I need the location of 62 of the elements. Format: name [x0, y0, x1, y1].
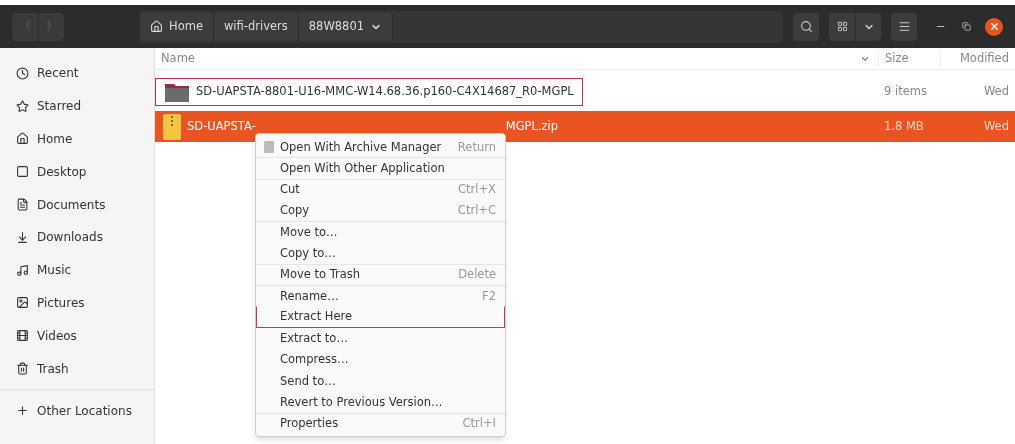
- sidebar-item[interactable]: Pictures: [0, 286, 154, 320]
- search-icon: [799, 20, 813, 33]
- path-button[interactable]: wifi-drivers: [213, 12, 299, 41]
- sidebar-item[interactable]: Trash: [0, 352, 154, 385]
- sidebar-item[interactable]: Recent: [0, 57, 154, 90]
- desktop-icon: [16, 165, 29, 179]
- path-button[interactable]: Home: [140, 12, 214, 41]
- menu-item[interactable]: Revert to Previous Version…: [256, 391, 505, 413]
- restore-icon: [961, 22, 971, 31]
- sidebar-item[interactable]: Downloads: [0, 221, 154, 254]
- menu-item[interactable]: Rename… F2: [256, 285, 505, 307]
- menu-item[interactable]: Send to…: [256, 370, 505, 392]
- close-icon: [988, 21, 1000, 32]
- column-header[interactable]: Modified: [940, 49, 1015, 68]
- zip-file-icon: [163, 113, 181, 140]
- sidebar-item[interactable]: Other Locations: [0, 395, 154, 426]
- sidebar-item[interactable]: Documents: [0, 188, 154, 221]
- archive-icon: [264, 141, 274, 154]
- file-row[interactable]: SD-UAPSTA-8801-U16-MMC-W14.68.36.p160-C4X14687_R0-MGPL 9 items Wed: [155, 76, 1015, 107]
- file-size: 9 items: [883, 82, 928, 100]
- home-icon: [16, 132, 29, 146]
- download-icon: [16, 230, 29, 244]
- music-note-icon: [16, 263, 29, 277]
- sidebar-item[interactable]: Music: [0, 253, 154, 287]
- file-name: SD-UAPSTA-: [187, 117, 256, 135]
- path-button[interactable]: 88W8801: [298, 12, 394, 41]
- menu-item[interactable]: Copy Ctrl+C: [256, 199, 505, 222]
- picture-icon: [16, 296, 29, 310]
- menu-item[interactable]: Open With Other Application: [256, 157, 505, 179]
- sidebar-item[interactable]: Desktop: [0, 155, 154, 189]
- home-icon: [150, 20, 163, 33]
- star-icon: [16, 99, 29, 113]
- modified-date: Wed: [982, 117, 1010, 135]
- search-button[interactable]: [793, 12, 819, 41]
- menu-item[interactable]: Move to Trash Delete: [256, 263, 505, 286]
- menu-item[interactable]: Cut Ctrl+X: [256, 178, 505, 200]
- menu-item[interactable]: Extract Here: [256, 306, 505, 328]
- sidebar-item[interactable]: Home: [0, 122, 154, 156]
- document-icon: [16, 198, 29, 212]
- menu-button[interactable]: [891, 12, 917, 41]
- menu-item[interactable]: Copy to…: [256, 242, 505, 264]
- menu-item[interactable]: Extract to…: [256, 327, 505, 349]
- clock-icon: [16, 66, 29, 80]
- menu-icon: [897, 20, 911, 33]
- file-name: MGPL.zip: [505, 117, 559, 135]
- sidebar-item[interactable]: Videos: [0, 319, 154, 353]
- film-icon: [16, 329, 29, 343]
- close-button[interactable]: [985, 17, 1003, 36]
- menu-item[interactable]: Properties Ctrl+I: [256, 412, 505, 435]
- grid-view-button[interactable]: [829, 12, 855, 41]
- column-header[interactable]: Size: [878, 49, 940, 68]
- plus-icon: [16, 404, 29, 418]
- menu-item[interactable]: Compress…: [256, 348, 505, 371]
- modified-date: Wed: [982, 82, 1010, 100]
- trash-icon: [16, 362, 29, 376]
- file-size: 1.8 MB: [883, 117, 925, 135]
- file-row[interactable]: SD-UAPSTA- MGPL.zip 1.8 MB Wed: [155, 111, 1015, 142]
- menu-item[interactable]: Move to…: [256, 221, 505, 243]
- column-header[interactable]: Name: [155, 49, 878, 68]
- sidebar-item[interactable]: Starred: [0, 89, 154, 123]
- grid-icon: [836, 21, 848, 32]
- file-name: SD-UAPSTA-8801-U16-MMC-W14.68.36.p160-C4X14687_R0-MGPL: [196, 82, 574, 100]
